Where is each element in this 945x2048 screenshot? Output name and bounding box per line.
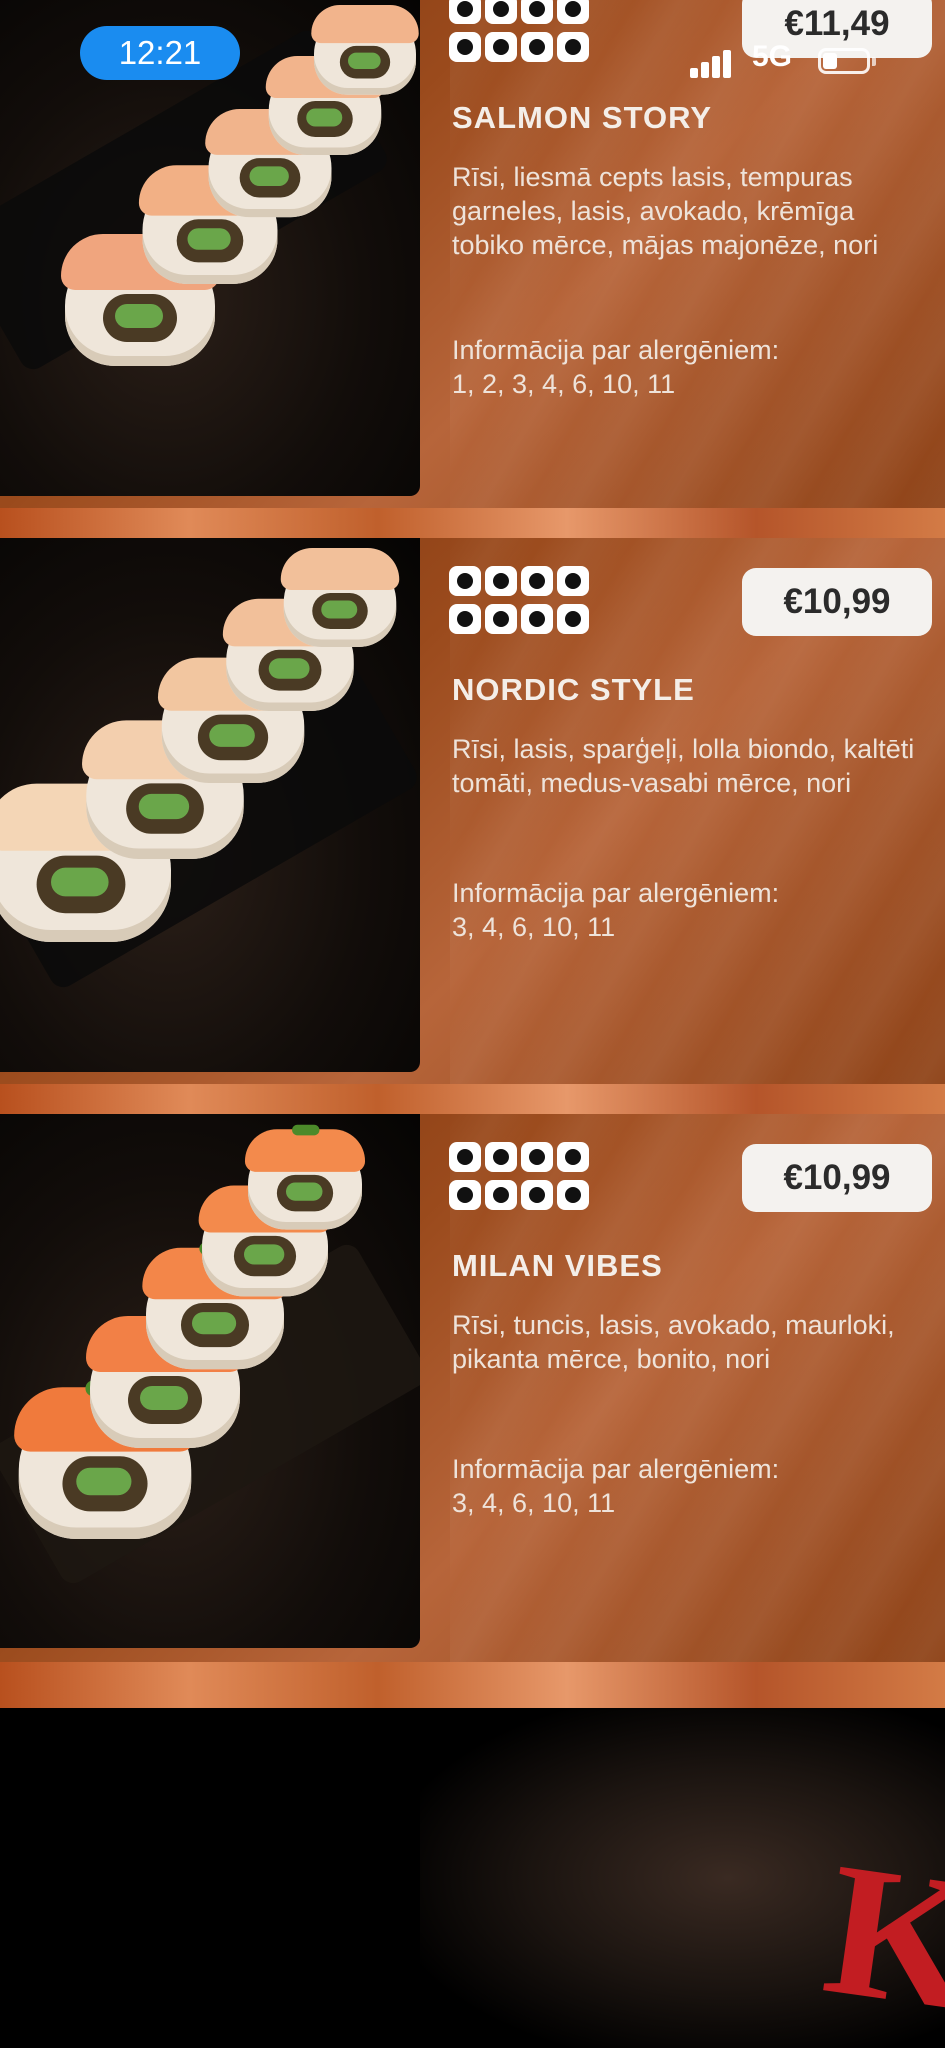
allergen-values: 3, 4, 6, 10, 11: [452, 912, 616, 942]
sushi-photo: [0, 1114, 420, 1648]
item-title: SALMON STORY: [452, 100, 713, 135]
allergen-label: Informācija par alergēniem:: [452, 878, 780, 908]
card-divider: [0, 1662, 945, 1708]
allergen-label: Informācija par alergēniem:: [452, 335, 780, 365]
allergen-label: Informācija par alergēniem:: [452, 1454, 780, 1484]
menu-page: €11,49 SALMON STORY Rīsi, liesmā cepts l…: [0, 0, 945, 2048]
item-description: Rīsi, lasis, sparģeļi, lolla biondo, kal…: [452, 734, 915, 798]
network-type: 5G: [752, 40, 793, 73]
item-description: Rīsi, tuncis, lasis, avokado, maurloki, …: [452, 1310, 895, 1374]
allergen-icon-group: [449, 566, 601, 642]
allergen-values: 1, 2, 3, 4, 6, 10, 11: [452, 369, 676, 399]
price-tag: €10,99: [742, 1144, 932, 1212]
status-bar: 12:21 5G: [0, 0, 945, 100]
status-time[interactable]: 12:21: [80, 26, 240, 80]
allergen-icon-group: [449, 1142, 601, 1218]
battery-icon: [818, 48, 876, 74]
signal-icon: [690, 46, 740, 78]
card-divider: [0, 508, 945, 538]
allergen-values: 3, 4, 6, 10, 11: [452, 1488, 616, 1518]
price-tag: €10,99: [742, 568, 932, 636]
item-title: NORDIC STYLE: [452, 672, 695, 707]
card-divider: [0, 1084, 945, 1114]
footer-background: K: [0, 1708, 945, 2048]
menu-item-card[interactable]: €10,99 NORDIC STYLE Rīsi, lasis, sparģeļ…: [0, 538, 945, 1084]
item-description: Rīsi, liesmā cepts lasis, tempuras garne…: [452, 162, 879, 260]
menu-item-card[interactable]: €10,99 MILAN VIBES Rīsi, tuncis, lasis, …: [0, 1114, 945, 1662]
item-title: MILAN VIBES: [452, 1248, 663, 1283]
sushi-photo: [0, 538, 420, 1072]
